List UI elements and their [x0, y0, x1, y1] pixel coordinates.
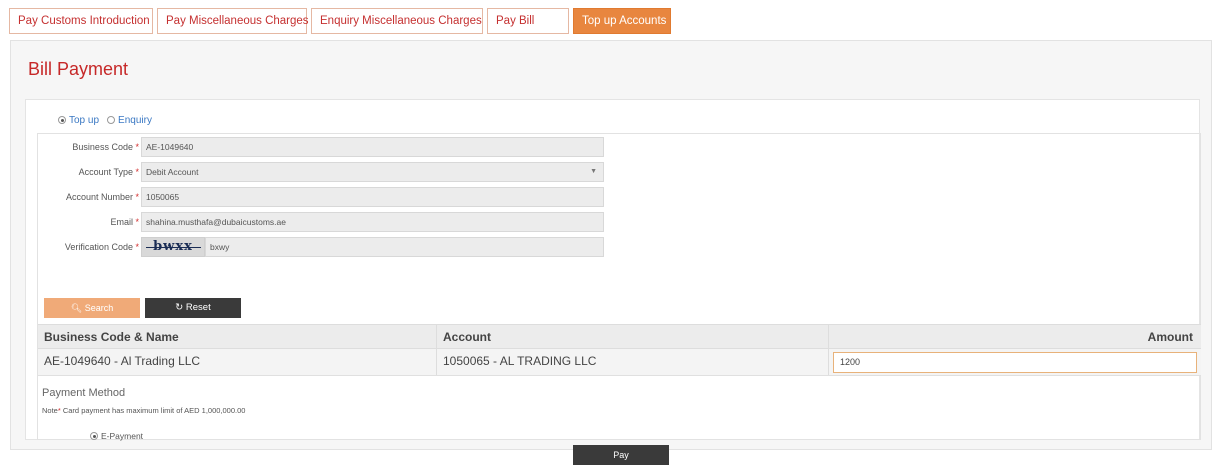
- search-icon: 🔍︎: [70, 303, 83, 313]
- enquiry-radio[interactable]: Enquiry: [107, 115, 152, 126]
- account-number-field[interactable]: 1050065: [141, 187, 604, 207]
- radio-selected-icon: [58, 116, 66, 124]
- business-code-field: AE-1049640: [141, 137, 604, 157]
- column-header-amount: Amount: [1147, 330, 1193, 344]
- business-cell: AE-1049640 - Al Trading LLC: [38, 349, 437, 375]
- dropdown-arrow-icon: ▼: [590, 168, 597, 175]
- pay-button[interactable]: Pay: [573, 445, 669, 465]
- page-title: Bill Payment: [28, 59, 129, 79]
- table-header: Business Code & Name Account Amount: [38, 324, 1201, 349]
- email-row: Email * shahina.musthafa@dubaicustoms.ae: [38, 212, 604, 232]
- enquiry-radio-label: Enquiry: [118, 115, 152, 126]
- email-label: Email *: [110, 217, 139, 227]
- verification-label: Verification Code *: [64, 242, 139, 252]
- account-number-row: Account Number * 1050065: [38, 187, 604, 207]
- results-table: Business Code & Name Account Amount AE-1…: [38, 324, 1201, 376]
- payment-note: Note* Card payment has maximum limit of …: [42, 406, 246, 415]
- reset-button[interactable]: ↻ Reset: [145, 298, 241, 318]
- mode-radio-group: Top up Enquiry: [58, 115, 152, 126]
- bill-payment-card: Top up Enquiry Business Code * AE-104964…: [25, 99, 1201, 465]
- tab-enquiry-miscellaneous-charges[interactable]: Enquiry Miscellaneous Charges: [311, 8, 483, 34]
- email-field[interactable]: shahina.musthafa@dubaicustoms.ae: [141, 212, 604, 232]
- radio-unselected-icon: [107, 116, 116, 124]
- tab-pay-bill[interactable]: Pay Bill: [487, 8, 569, 34]
- account-type-label: Account Type *: [78, 167, 139, 177]
- account-type-row: Account Type * Debit Account ▼: [38, 162, 604, 182]
- verification-code-input[interactable]: bxwy: [205, 237, 604, 257]
- business-code-label: Business Code *: [72, 142, 139, 152]
- account-type-select[interactable]: Debit Account ▼: [141, 162, 604, 182]
- search-form: Business Code * AE-1049640 Account Type …: [37, 133, 1201, 465]
- column-header-business: Business Code & Name: [38, 325, 437, 348]
- tab-bar: Pay Customs Introduction Pay Miscellaneo…: [9, 8, 675, 34]
- epayment-radio[interactable]: E-Payment: [90, 431, 143, 441]
- payment-method-label: Payment Method: [42, 387, 126, 399]
- topup-radio-label: Top up: [69, 115, 100, 126]
- main-panel: Bill Payment Top up Enquiry Business Cod…: [10, 40, 1212, 465]
- amount-input[interactable]: 1200: [833, 352, 1197, 373]
- topup-radio[interactable]: Top up: [58, 115, 99, 126]
- verification-row: Verification Code * bwxx bxwy: [38, 237, 604, 257]
- column-header-account: Account: [437, 325, 829, 348]
- account-number-label: Account Number *: [65, 192, 139, 202]
- captcha-image: bwxx: [141, 237, 205, 257]
- account-cell: 1050065 - AL TRADING LLC: [437, 349, 829, 375]
- radio-selected-icon: [90, 432, 98, 440]
- amount-cell: 1200: [829, 349, 1201, 375]
- table-row: AE-1049640 - Al Trading LLC 1050065 - AL…: [38, 349, 1201, 376]
- search-button[interactable]: 🔍︎ Search: [44, 298, 140, 318]
- tab-pay-customs-introduction[interactable]: Pay Customs Introduction: [9, 8, 153, 34]
- tab-top-up-accounts[interactable]: Top up Accounts: [573, 8, 671, 34]
- captcha-group: bwxx bxwy: [141, 237, 604, 257]
- business-code-row: Business Code * AE-1049640: [38, 137, 604, 157]
- refresh-icon: ↻: [175, 302, 184, 313]
- tab-pay-miscellaneous-charges[interactable]: Pay Miscellaneous Charges: [157, 8, 309, 34]
